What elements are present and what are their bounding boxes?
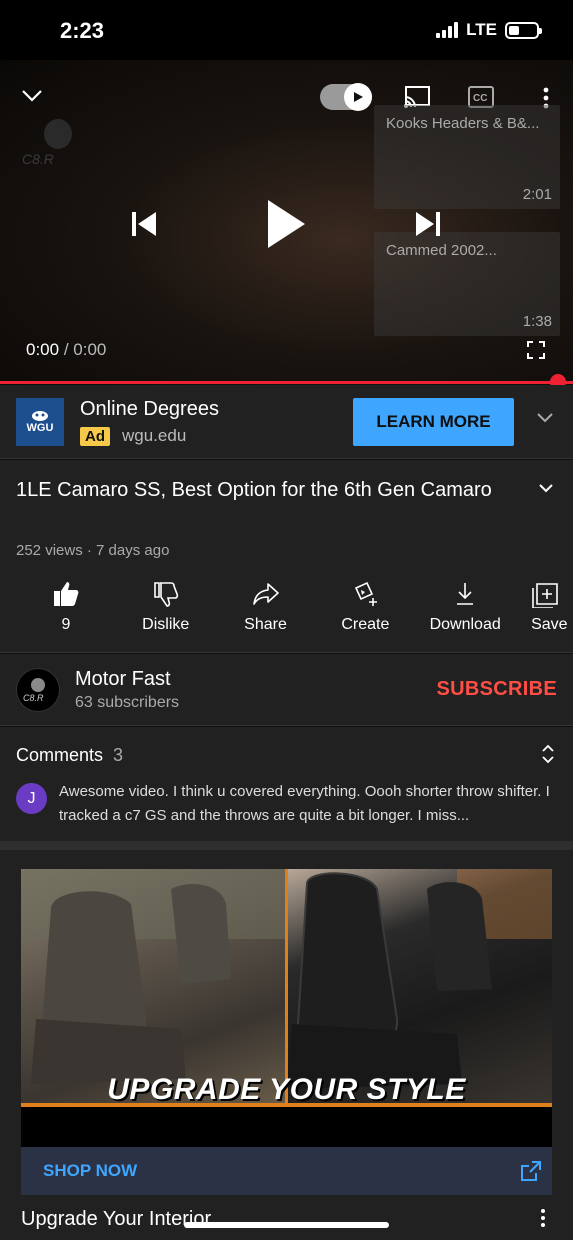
share-icon — [252, 583, 279, 605]
like-button[interactable]: 9 — [16, 580, 116, 640]
external-link-icon — [521, 1161, 541, 1181]
play-icon[interactable] — [262, 196, 310, 252]
ad-domain: wgu.edu — [122, 426, 187, 445]
video-info: 1LE Camaro SS, Best Option for the 6th G… — [0, 460, 573, 653]
top-comment-text: Awesome video. I think u covered everyth… — [59, 783, 550, 824]
learn-more-button[interactable]: LEARN MORE — [353, 398, 514, 446]
status-bar: 2:23 LTE — [0, 0, 573, 60]
progress-bar[interactable] — [0, 374, 573, 390]
status-icons: LTE — [436, 20, 542, 40]
end-card-duration: 2:01 — [522, 186, 552, 203]
svg-text:C8.R: C8.R — [22, 151, 54, 167]
ad-title: Online Degrees — [80, 398, 219, 420]
time-display: 0:00 / 0:00 — [26, 340, 106, 360]
comments-header: Comments 3 — [16, 745, 123, 766]
ad-expand-chevron-icon[interactable] — [536, 411, 554, 429]
create-label: Create — [341, 616, 390, 633]
thumbs-down-icon — [153, 582, 178, 607]
section-divider — [0, 841, 573, 850]
ad-meta: Ad wgu.edu — [80, 426, 186, 446]
leather-seat-image — [287, 869, 552, 1107]
end-card-2[interactable]: Cammed 2002... 1:38 — [374, 232, 560, 336]
image-divider — [285, 869, 288, 1107]
end-card-duration: 1:38 — [522, 313, 552, 330]
share-label: Share — [244, 616, 287, 633]
thumbs-up-icon — [53, 582, 79, 606]
minimize-chevron-icon[interactable] — [18, 82, 46, 110]
promo-image[interactable]: UPGRADE YOUR STYLE — [21, 869, 552, 1147]
download-icon — [457, 583, 474, 605]
time-separator: / — [63, 340, 69, 359]
save-icon — [532, 583, 558, 608]
current-time: 0:00 — [26, 340, 60, 359]
save-label: Save — [531, 616, 568, 633]
comments-label: Comments — [16, 745, 104, 765]
channel-name: Motor Fast — [75, 668, 171, 690]
subscribe-button[interactable]: SUBSCRIBE — [437, 678, 558, 701]
promoted-ad[interactable]: UPGRADE YOUR STYLE SHOP NOW Upgrade Your… — [0, 850, 573, 1240]
save-button[interactable]: Save — [515, 580, 573, 640]
network-label: LTE — [466, 20, 497, 39]
end-card-title: Kooks Headers & B&... — [386, 115, 540, 132]
end-card-title: Cammed 2002... — [386, 242, 497, 259]
promo-title[interactable]: Upgrade Your Interior — [21, 1208, 211, 1231]
share-button[interactable]: Share — [216, 580, 316, 640]
signal-icon — [436, 22, 459, 38]
promo-more-options-icon[interactable] — [540, 1208, 546, 1233]
ad-badge: Ad — [80, 426, 110, 446]
worn-seat-image — [21, 869, 286, 1107]
svg-text:CC: CC — [473, 93, 487, 104]
create-button[interactable]: Create — [315, 580, 415, 640]
end-card-1[interactable]: Kooks Headers & B&... 2:01 — [374, 105, 560, 209]
subscriber-count: 63 subscribers — [75, 694, 180, 711]
dislike-label: Dislike — [142, 616, 190, 633]
banner-underline — [21, 1103, 552, 1107]
advertiser-logo: WGU — [16, 398, 64, 446]
channel-row[interactable]: C8.R Motor Fast 63 subscribers SUBSCRIBE — [0, 654, 573, 726]
expand-collapse-icon[interactable] — [540, 743, 556, 770]
download-button[interactable]: Download — [415, 580, 515, 640]
like-count: 9 — [61, 616, 71, 633]
comments-count: 3 — [113, 745, 124, 765]
comments-section[interactable]: Comments 3 J Awesome video. I think u cov… — [0, 727, 573, 841]
total-time: 0:00 — [73, 340, 107, 359]
create-icon — [355, 581, 378, 606]
next-icon[interactable] — [412, 208, 444, 240]
commenter-avatar: J — [16, 783, 47, 814]
shop-now-button[interactable]: SHOP NOW — [21, 1147, 552, 1195]
home-indicator[interactable] — [184, 1222, 389, 1228]
dislike-button[interactable]: Dislike — [116, 580, 216, 640]
description-expand-chevron-icon[interactable] — [538, 480, 554, 498]
svg-text:C8.R: C8.R — [23, 693, 44, 703]
battery-icon — [505, 21, 542, 39]
action-bar: 9 Dislike Share Create Download Save — [0, 580, 573, 640]
fullscreen-icon[interactable] — [524, 338, 548, 362]
video-player[interactable]: C8.R CC Kooks Headers & B&... 2:01 Camme… — [0, 60, 573, 385]
video-meta: 252 views · 7 days ago — [16, 542, 170, 559]
download-label: Download — [429, 616, 501, 633]
status-time: 2:23 — [60, 18, 105, 43]
promo-banner-text: UPGRADE YOUR STYLE — [107, 1073, 466, 1106]
previous-icon[interactable] — [128, 208, 160, 240]
channel-watermark-logo: C8.R — [20, 118, 100, 173]
autoplay-toggle[interactable] — [320, 83, 372, 111]
advertiser-logo-text: WGU — [26, 422, 54, 434]
ad-banner[interactable]: WGU Online Degrees Ad wgu.edu LEARN MORE — [0, 385, 573, 459]
shop-now-label: SHOP NOW — [43, 1161, 138, 1180]
channel-avatar[interactable]: C8.R — [16, 668, 60, 712]
video-title[interactable]: 1LE Camaro SS, Best Option for the 6th G… — [16, 476, 521, 505]
